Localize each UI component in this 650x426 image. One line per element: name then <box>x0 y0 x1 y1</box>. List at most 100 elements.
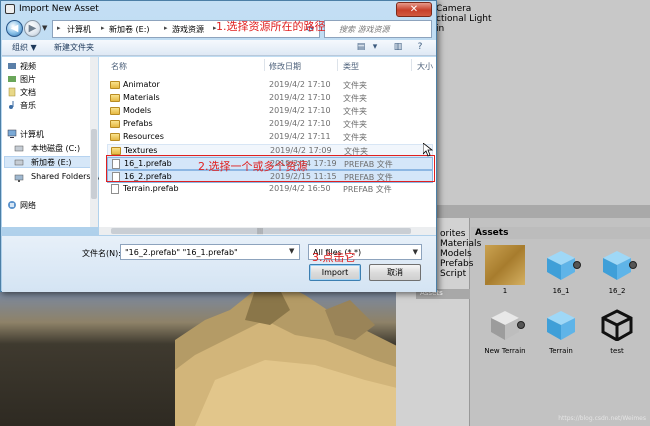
search-input[interactable]: 搜索 游戏资源 <box>324 20 432 38</box>
asset-material-1[interactable]: 1 <box>479 245 531 295</box>
file-row-resources[interactable]: Resources 2019/4/2 17:11 文件夹 <box>107 131 433 144</box>
dialog-title: Import New Asset <box>19 4 99 14</box>
nav-item-music[interactable]: 音乐 <box>20 100 36 111</box>
column-header-type[interactable]: 类型 <box>343 61 359 72</box>
nav-item-documents[interactable]: 文档 <box>20 87 36 98</box>
nav-scrollbar[interactable] <box>90 57 98 227</box>
drive-c-icon <box>14 145 24 152</box>
organize-menu[interactable]: 组织 ▼ <box>12 42 37 53</box>
search-placeholder: 搜索 游戏资源 <box>339 25 390 34</box>
file-icon <box>111 184 119 194</box>
chevron-down-icon: ▼ <box>412 248 418 256</box>
drive-e-icon <box>14 159 24 166</box>
file-name: Terrain.prefab <box>123 184 179 193</box>
network-drive-icon <box>14 174 24 182</box>
asset-scene-test[interactable]: test <box>591 305 643 355</box>
app-icon <box>5 4 15 14</box>
hierarchy-item-camera[interactable]: Camera <box>436 4 471 14</box>
folder-icon: ▸ <box>57 24 61 32</box>
asset-prefab-16-1[interactable]: 16_1 <box>535 245 587 295</box>
asset-prefab-16-2[interactable]: 16_2 <box>591 245 643 295</box>
view-options-icon[interactable]: ▤ <box>355 42 367 53</box>
file-row-prefabs[interactable]: Prefabs 2019/4/2 17:10 文件夹 <box>107 118 433 131</box>
column-divider[interactable] <box>411 59 412 71</box>
tree-item-script[interactable]: Script <box>440 269 466 279</box>
forward-arrow-icon[interactable]: ▶ <box>24 20 41 37</box>
material-thumbnail-icon <box>485 245 525 285</box>
assets-breadcrumb: Assets <box>471 227 650 239</box>
music-icon <box>9 101 14 109</box>
file-name: Prefabs <box>123 119 153 128</box>
tree-item-materials[interactable]: Materials <box>440 239 481 249</box>
file-type: 文件夹 <box>343 133 367 142</box>
asset-label: 1 <box>502 287 508 295</box>
column-header-size[interactable]: 大小 <box>417 61 433 72</box>
breadcrumb-separator-icon[interactable]: ▸ <box>164 24 168 32</box>
tree-item-prefabs[interactable]: Prefabs <box>440 259 473 269</box>
folder-icon <box>110 120 120 128</box>
file-name: Resources <box>123 132 164 141</box>
file-date: 2019/4/2 17:09 <box>270 146 332 155</box>
cube-prefab-icon <box>541 305 581 345</box>
file-name: Materials <box>123 93 160 102</box>
filename-input[interactable]: "16_2.prefab" "16_1.prefab" <box>120 244 300 260</box>
file-date: 2019/4/2 17:10 <box>269 80 331 89</box>
file-date: 2019/4/2 17:11 <box>269 132 331 141</box>
dialog-toolbar: 组织 ▼ 新建文件夹 ▤ ▾ ▥ ? <box>2 40 436 56</box>
nav-item-computer[interactable]: 计算机 <box>20 129 44 140</box>
dialog-footer: 文件名(N): "16_2.prefab" "16_1.prefab" ▼ Al… <box>2 236 436 292</box>
watermark: https://blog.csdn.net/Weimes <box>558 415 646 422</box>
network-icon <box>8 201 16 209</box>
column-divider[interactable] <box>264 59 265 71</box>
hierarchy-item-light[interactable]: ctional Light <box>436 14 492 24</box>
breadcrumb-game-resources[interactable]: 游戏资源 <box>172 24 204 35</box>
annotation-step-2: 2.选择一个或多个资源 <box>198 160 308 173</box>
file-date: 2019/4/2 17:10 <box>269 119 331 128</box>
nav-item-videos[interactable]: 视频 <box>20 61 36 72</box>
file-row-terrain-prefab[interactable]: Terrain.prefab 2019/4/2 16:50 PREFAB 文件 <box>107 183 433 196</box>
import-button[interactable]: Import <box>309 264 361 281</box>
file-type: PREFAB 文件 <box>343 185 392 194</box>
tree-item-favorites[interactable]: orites <box>440 229 465 239</box>
file-row-models[interactable]: Models 2019/4/2 17:10 文件夹 <box>107 105 433 118</box>
file-row-materials[interactable]: Materials 2019/4/2 17:10 文件夹 <box>107 92 433 105</box>
navigation-pane: 视频 图片 文档 音乐 计算机 本地磁盘 (C:) 新加卷 (E:) Share… <box>2 57 102 227</box>
asset-terrain[interactable]: Terrain <box>535 305 587 355</box>
column-divider[interactable] <box>337 59 338 71</box>
help-icon[interactable]: ? <box>414 42 426 53</box>
column-header-date[interactable]: 修改日期 <box>269 61 301 72</box>
cube-prefab-icon <box>541 245 581 285</box>
back-arrow-icon[interactable]: ◀ <box>6 20 23 37</box>
pictures-icon <box>8 76 16 82</box>
file-list-scroll-thumb[interactable]: ||| <box>111 228 411 235</box>
cube-prefab-icon <box>597 245 637 285</box>
nav-scroll-thumb[interactable] <box>91 129 97 199</box>
tree-item-models[interactable]: Models <box>440 249 472 259</box>
file-row-animator[interactable]: Animator 2019/4/2 17:10 文件夹 <box>107 79 433 92</box>
nav-item-drive-c[interactable]: 本地磁盘 (C:) <box>31 143 80 154</box>
cancel-button[interactable]: 取消 <box>369 264 421 281</box>
nav-item-pictures[interactable]: 图片 <box>20 74 36 85</box>
view-dropdown-icon[interactable]: ▾ <box>369 42 381 53</box>
asset-new-terrain[interactable]: New Terrain <box>479 305 531 355</box>
close-button[interactable]: ✕ <box>396 2 432 17</box>
file-type: 文件夹 <box>343 81 367 90</box>
computer-icon <box>7 129 17 138</box>
file-list-scrollbar[interactable]: ||| <box>99 227 436 235</box>
breadcrumb-computer[interactable]: 计算机 <box>67 24 91 35</box>
hierarchy-item-terrain[interactable]: in <box>436 24 444 34</box>
nav-item-network[interactable]: 网络 <box>20 200 36 211</box>
filename-dropdown-icon[interactable]: ▼ <box>289 247 294 255</box>
file-type: 文件夹 <box>343 120 367 129</box>
terrain-asset-icon <box>485 305 525 345</box>
nav-item-drive-e[interactable]: 新加卷 (E:) <box>31 157 72 168</box>
preview-pane-icon[interactable]: ▥ <box>392 42 404 53</box>
column-header-name[interactable]: 名称 <box>111 61 127 72</box>
dialog-titlebar[interactable]: Import New Asset ✕ <box>1 1 436 18</box>
asset-label: 16_2 <box>608 287 626 295</box>
history-dropdown-icon[interactable]: ▼ <box>42 24 47 32</box>
breadcrumb-drive-e[interactable]: 新加卷 (E:) <box>109 24 150 35</box>
file-date: 2019/4/2 16:50 <box>269 184 331 193</box>
new-folder-button[interactable]: 新建文件夹 <box>54 42 94 53</box>
breadcrumb-separator-icon[interactable]: ▸ <box>101 24 105 32</box>
